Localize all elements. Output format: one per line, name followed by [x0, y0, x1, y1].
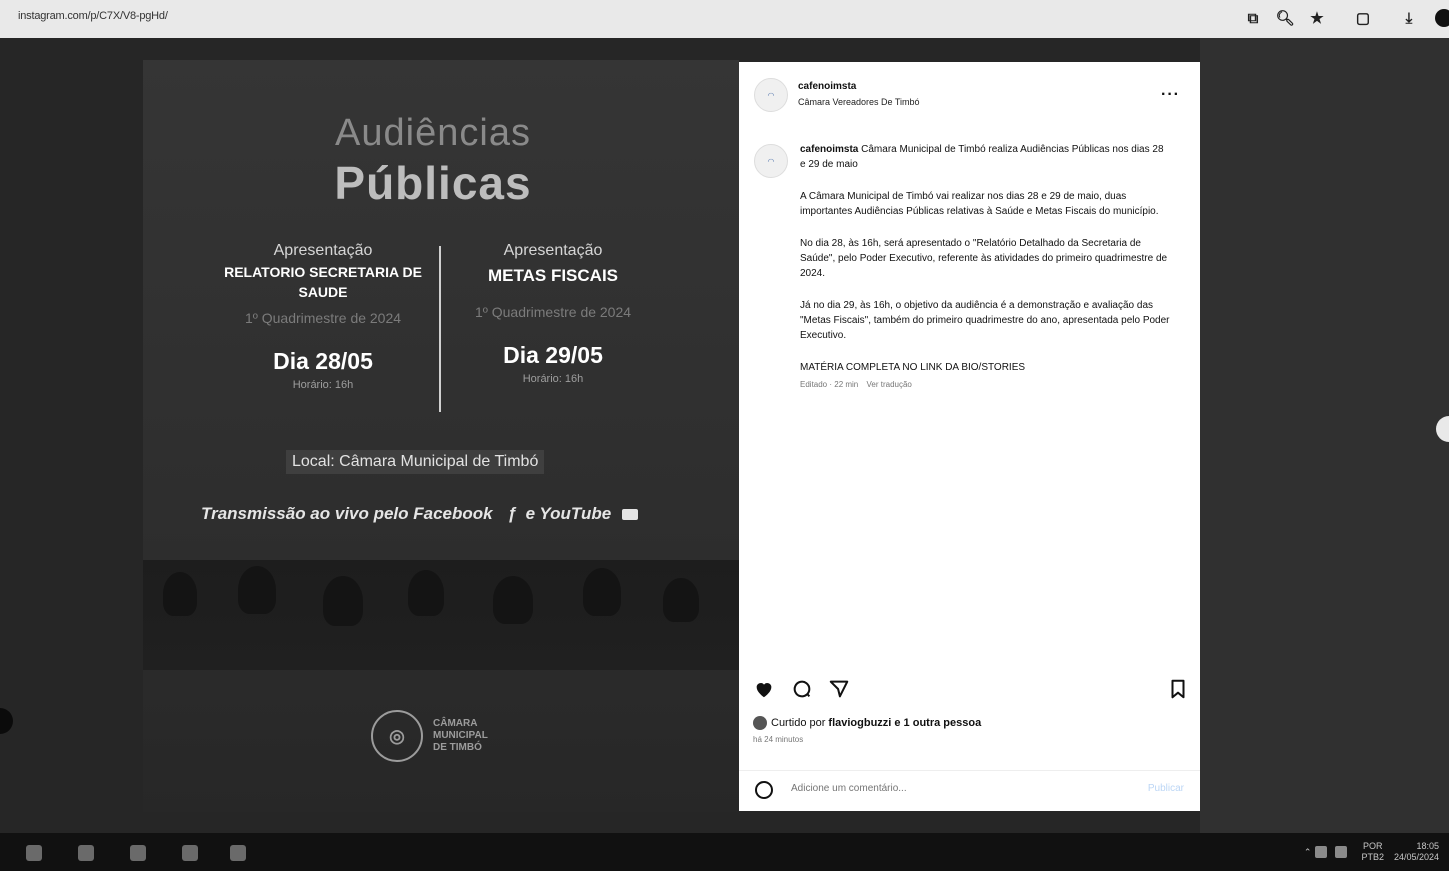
volume-icon[interactable] [1335, 846, 1348, 858]
toolbar-icons: ⧉ 🔍︎ ★ ▢ ⤓ [1233, 6, 1449, 30]
left-heading: RELATORIO SECRETARIA DE SAUDE [224, 264, 422, 300]
caption-paragraph-4: MATÉRIA COMPLETA NO LINK DA BIO/STORIES [800, 362, 1026, 373]
right-time: Horário: 16h [522, 373, 584, 385]
poster-location: Local: Câmara Municipal de Timbó [286, 450, 545, 474]
caption-username[interactable]: cafenoimsta [800, 144, 858, 155]
left-date: Dia 28/05 [273, 348, 373, 374]
poster-transmission: Transmissão ao vivo pelo Facebook ƒ e Yo… [201, 504, 638, 524]
caption-avatar-logo-icon: ◠ [767, 156, 775, 166]
avatar-logo-icon: ◠ [767, 90, 775, 100]
post-image: Audiências Públicas Apresentação RELATOR… [143, 60, 739, 812]
post-subtitle[interactable]: Câmara Vereadores De Timbó [798, 97, 920, 107]
left-period: 1º Quadrimestre de 2024 [244, 310, 402, 326]
network-icon[interactable] [1315, 846, 1328, 858]
left-label: Apresentação [273, 242, 373, 259]
poster-left-column: Apresentação RELATORIO SECRETARIA DE SAU… [208, 242, 438, 391]
taskbar-app-1-icon[interactable] [26, 845, 42, 861]
word-icon[interactable] [78, 845, 94, 861]
post-timestamp: há 24 minutos [753, 735, 804, 744]
transmission-text: Transmissão ao vivo pelo Facebook [201, 504, 493, 523]
caption-meta: Editado · 22 min Ver tradução [800, 377, 1170, 392]
download-icon[interactable]: ⤓ [1397, 6, 1421, 30]
likes-suffix[interactable]: e 1 outra pessoa [894, 717, 981, 729]
post-username[interactable]: cafenoimsta [798, 81, 856, 92]
transmission-suffix: e YouTube [525, 504, 612, 523]
post-detail-panel: ◠ cafenoimsta Câmara Vereadores De Timbó… [739, 62, 1200, 811]
right-label: Apresentação [503, 242, 603, 259]
qr-icon[interactable] [130, 845, 146, 861]
liker-avatar[interactable] [753, 716, 767, 730]
emoji-icon[interactable] [755, 781, 773, 799]
tray-chevron-icon[interactable]: ⌃ [1304, 847, 1312, 858]
save-bookmark-icon[interactable] [1167, 678, 1189, 700]
profile-dot-icon[interactable] [1435, 9, 1449, 27]
avatar[interactable]: ◠ [754, 78, 788, 112]
right-period: 1º Quadrimestre de 2024 [474, 304, 632, 320]
left-time: Horário: 16h [292, 379, 354, 391]
language-indicator[interactable]: POR PTB2 [1361, 841, 1384, 863]
camara-logo-text: CÂMARA MUNICIPAL DE TIMBÓ [433, 718, 488, 754]
caption-edited: Editado · 22 min [800, 380, 859, 389]
taskbar-app-5-icon[interactable] [230, 845, 246, 861]
caption-paragraph-3: Já no dia 29, às 16h, o objetivo da audi… [800, 300, 1170, 341]
logo-line-2: MUNICIPAL [433, 730, 488, 741]
extension-icon[interactable]: ⧉ [1241, 6, 1265, 30]
clock-time: 18:05 [1416, 841, 1439, 851]
audience-silhouettes [143, 560, 739, 670]
star-icon[interactable]: ★ [1305, 6, 1329, 30]
poster-title-line2: Públicas [334, 157, 532, 209]
more-options-icon[interactable]: ··· [1161, 86, 1180, 104]
comment-input[interactable] [791, 783, 1091, 794]
see-translation-link[interactable]: Ver tradução [867, 380, 912, 389]
clock[interactable]: 18:05 24/05/2024 [1394, 841, 1439, 863]
comment-icon[interactable] [791, 678, 813, 700]
post-header: ◠ cafenoimsta Câmara Vereadores De Timbó… [739, 62, 1200, 122]
logo-line-1: CÂMARA [433, 718, 478, 729]
taskbar: ⌃ POR PTB2 18:05 24/05/2024 [0, 833, 1449, 871]
post-caption: cafenoimsta Câmara Municipal de Timbó re… [800, 142, 1170, 392]
clock-date: 24/05/2024 [1393, 852, 1439, 862]
address-bar-url[interactable]: instagram.com/p/C7X/V8-pgHd/ [18, 10, 168, 22]
caption-paragraph-1: A Câmara Municipal de Timbó vai realizar… [800, 191, 1159, 217]
share-icon[interactable] [828, 678, 850, 700]
taskbar-app-4-icon[interactable] [182, 845, 198, 861]
lang-layout: PTB2 [1361, 852, 1384, 862]
comment-box: Publicar [739, 770, 1200, 812]
likes-user[interactable]: flaviogbuzzi [828, 717, 891, 729]
caption-paragraph-2: No dia 28, às 16h, será apresentado o "R… [800, 238, 1168, 279]
like-heart-icon[interactable] [753, 678, 775, 700]
browser-toolbar: instagram.com/p/C7X/V8-pgHd/ ⧉ 🔍︎ ★ ▢ ⤓ [0, 0, 1449, 38]
zoom-icon[interactable]: 🔍︎ [1273, 6, 1297, 30]
publish-button[interactable]: Publicar [1148, 783, 1184, 794]
likes-prefix: Curtido por [771, 717, 826, 729]
poster-title-line1: Audiências [335, 112, 531, 154]
right-backdrop [1200, 38, 1449, 833]
camara-logo: ◎ CÂMARA MUNICIPAL DE TIMBÓ [371, 710, 488, 762]
caption-intro: cafenoimsta Câmara Municipal de Timbó re… [800, 142, 1170, 172]
lang-code: POR [1362, 841, 1383, 851]
camara-logo-icon: ◎ [371, 710, 423, 762]
logo-line-3: DE TIMBÓ [433, 742, 482, 753]
likes-summary: Curtido por flaviogbuzzi e 1 outra pesso… [753, 716, 984, 730]
poster-right-column: Apresentação METAS FISCAIS 1º Quadrimest… [438, 242, 668, 385]
right-date: Dia 29/05 [503, 342, 603, 368]
system-tray: ⌃ POR PTB2 18:05 24/05/2024 [1304, 837, 1439, 867]
extensions-puzzle-icon[interactable]: ▢ [1351, 6, 1375, 30]
caption-avatar[interactable]: ◠ [754, 144, 788, 178]
facebook-icon: ƒ [507, 504, 517, 523]
right-heading: METAS FISCAIS [487, 266, 619, 285]
youtube-icon [621, 509, 638, 521]
post-actions [753, 678, 1193, 704]
